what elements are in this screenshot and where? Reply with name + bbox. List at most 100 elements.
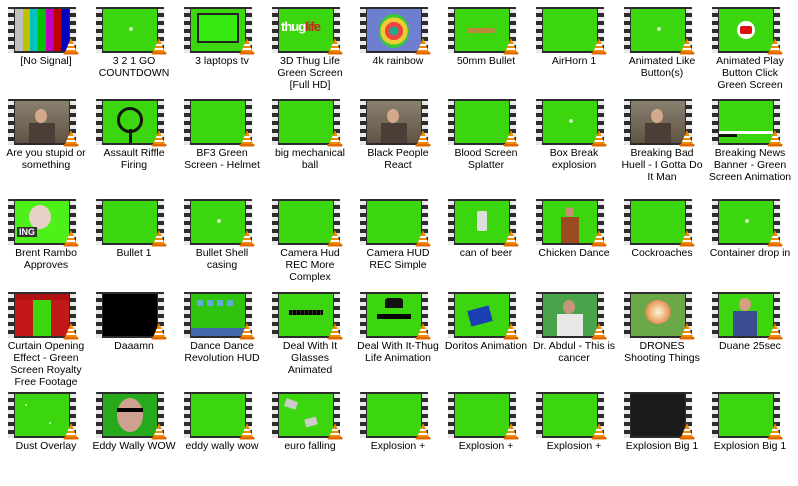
- video-file-item[interactable]: Explosion +: [444, 388, 528, 486]
- file-name-label: Dance Dance Revolution HUD: [184, 340, 260, 364]
- file-name-label: Duane 25sec: [719, 340, 781, 352]
- file-name-label: Explosion +: [546, 440, 602, 452]
- vlc-cone-icon: [415, 38, 431, 55]
- vlc-cone-icon: [767, 423, 783, 440]
- video-file-item[interactable]: Dr. Abdul - This is cancer: [532, 288, 616, 386]
- vlc-cone-icon: [239, 323, 255, 340]
- vlc-cone-icon: [327, 38, 343, 55]
- vlc-cone-icon: [591, 38, 607, 55]
- video-file-item[interactable]: Camera Hud REC More Complex: [268, 195, 352, 293]
- vlc-cone-icon: [415, 323, 431, 340]
- file-name-label: Curtain Opening Effect - Green Screen Ro…: [7, 340, 85, 388]
- file-name-label: Explosion +: [370, 440, 426, 452]
- video-file-item[interactable]: Camera HUD REC Simple: [356, 195, 440, 293]
- file-name-label: Explosion +: [458, 440, 514, 452]
- video-file-item[interactable]: Deal With It-Thug Life Animation: [356, 288, 440, 386]
- video-file-item[interactable]: eddy wally wow: [180, 388, 264, 486]
- vlc-cone-icon: [63, 38, 79, 55]
- vlc-cone-icon: [767, 130, 783, 147]
- file-name-label: Assault Riffle Firing: [103, 147, 165, 171]
- video-file-item[interactable]: Assault Riffle Firing: [92, 95, 176, 193]
- file-name-label: Explosion Big 1: [625, 440, 699, 452]
- video-file-item[interactable]: Explosion Big 1: [620, 388, 704, 486]
- video-file-item[interactable]: Box Break explosion: [532, 95, 616, 193]
- video-file-item[interactable]: Duane 25sec: [708, 288, 792, 386]
- video-file-item[interactable]: Explosion +: [532, 388, 616, 486]
- vlc-cone-icon: [239, 130, 255, 147]
- video-file-item[interactable]: Curtain Opening Effect - Green Screen Ro…: [4, 288, 88, 388]
- video-file-item[interactable]: AirHorn 1: [532, 3, 616, 101]
- file-name-label: Blood Screen Splatter: [454, 147, 518, 171]
- video-file-item[interactable]: ING Brent Rambo Approves: [4, 195, 88, 293]
- file-name-label: Breaking Bad Huell - I Gotta Do It Man: [621, 147, 703, 183]
- video-file-item[interactable]: big mechanical ball: [268, 95, 352, 193]
- vlc-cone-icon: [63, 323, 79, 340]
- file-name-label: can of beer: [459, 247, 513, 259]
- video-file-item[interactable]: Blood Screen Splatter: [444, 95, 528, 193]
- video-file-item[interactable]: euro falling: [268, 388, 352, 486]
- file-name-label: Deal With It Glasses Animated: [282, 340, 338, 376]
- file-name-label: Bullet 1: [116, 247, 152, 259]
- video-file-item[interactable]: Doritos Animation: [444, 288, 528, 386]
- vlc-cone-icon: [415, 423, 431, 440]
- file-name-label: AirHorn 1: [551, 55, 597, 67]
- file-name-label: 4k rainbow: [372, 55, 424, 67]
- video-file-item[interactable]: Breaking Bad Huell - I Gotta Do It Man: [620, 95, 704, 193]
- vlc-cone-icon: [63, 230, 79, 247]
- video-file-item[interactable]: Bullet Shell casing: [180, 195, 264, 293]
- vlc-cone-icon: [679, 38, 695, 55]
- vlc-cone-icon: [151, 423, 167, 440]
- vlc-cone-icon: [591, 130, 607, 147]
- video-file-item[interactable]: Daaamn: [92, 288, 176, 386]
- file-name-label: Dust Overlay: [15, 440, 77, 452]
- vlc-cone-icon: [591, 230, 607, 247]
- file-name-label: Animated Play Button Click Green Screen: [716, 55, 784, 91]
- file-name-label: Camera Hud REC More Complex: [280, 247, 340, 283]
- file-name-label: Are you stupid or something: [6, 147, 86, 171]
- video-file-item[interactable]: Dust Overlay: [4, 388, 88, 486]
- vlc-cone-icon: [151, 130, 167, 147]
- video-file-item[interactable]: thuglife 3D Thug Life Green Screen [Full …: [268, 3, 352, 101]
- video-file-item[interactable]: 3 laptops tv: [180, 3, 264, 101]
- vlc-cone-icon: [679, 130, 695, 147]
- video-file-item[interactable]: Dance Dance Revolution HUD: [180, 288, 264, 386]
- video-file-item[interactable]: [No Signal]: [4, 3, 88, 101]
- video-file-item[interactable]: 4k rainbow: [356, 3, 440, 101]
- video-file-item[interactable]: can of beer: [444, 195, 528, 293]
- file-name-label: eddy wally wow: [185, 440, 259, 452]
- video-file-item[interactable]: Container drop in: [708, 195, 792, 293]
- video-file-item[interactable]: Explosion +: [356, 388, 440, 486]
- file-name-label: 3 laptops tv: [195, 55, 249, 67]
- video-file-item[interactable]: Animated Like Button(s): [620, 3, 704, 101]
- file-name-label: Box Break explosion: [549, 147, 599, 171]
- file-name-label: Brent Rambo Approves: [15, 247, 77, 271]
- file-name-label: Container drop in: [709, 247, 791, 259]
- vlc-cone-icon: [239, 38, 255, 55]
- video-file-item[interactable]: Black People React: [356, 95, 440, 193]
- vlc-cone-icon: [327, 130, 343, 147]
- video-file-item[interactable]: Breaking News Banner - Green Screen Anim…: [708, 95, 792, 193]
- video-file-item[interactable]: BF3 Green Screen - Helmet: [180, 95, 264, 193]
- file-name-label: [No Signal]: [20, 55, 72, 67]
- vlc-cone-icon: [767, 38, 783, 55]
- video-file-item[interactable]: Bullet 1: [92, 195, 176, 293]
- video-file-item[interactable]: Are you stupid or something: [4, 95, 88, 193]
- vlc-cone-icon: [679, 323, 695, 340]
- video-file-item[interactable]: Chicken Dance: [532, 195, 616, 293]
- file-name-label: Doritos Animation: [444, 340, 528, 352]
- video-file-item[interactable]: Deal With It Glasses Animated: [268, 288, 352, 386]
- video-file-item[interactable]: DRONES Shooting Things: [620, 288, 704, 386]
- file-name-label: 50mm Bullet: [456, 55, 516, 67]
- file-name-label: Daaamn: [114, 340, 154, 352]
- video-file-item[interactable]: Explosion Big 1: [708, 388, 792, 486]
- vlc-cone-icon: [239, 230, 255, 247]
- file-name-label: Animated Like Button(s): [628, 55, 696, 79]
- video-file-item[interactable]: 50mm Bullet: [444, 3, 528, 101]
- vlc-cone-icon: [503, 38, 519, 55]
- video-file-item[interactable]: Cockroaches: [620, 195, 704, 293]
- file-name-label: Eddy Wally WOW: [92, 440, 176, 452]
- video-file-item[interactable]: Animated Play Button Click Green Screen: [708, 3, 792, 101]
- video-file-item[interactable]: Eddy Wally WOW: [92, 388, 176, 486]
- vlc-cone-icon: [679, 230, 695, 247]
- video-file-item[interactable]: 3 2 1 GO COUNTDOWN: [92, 3, 176, 101]
